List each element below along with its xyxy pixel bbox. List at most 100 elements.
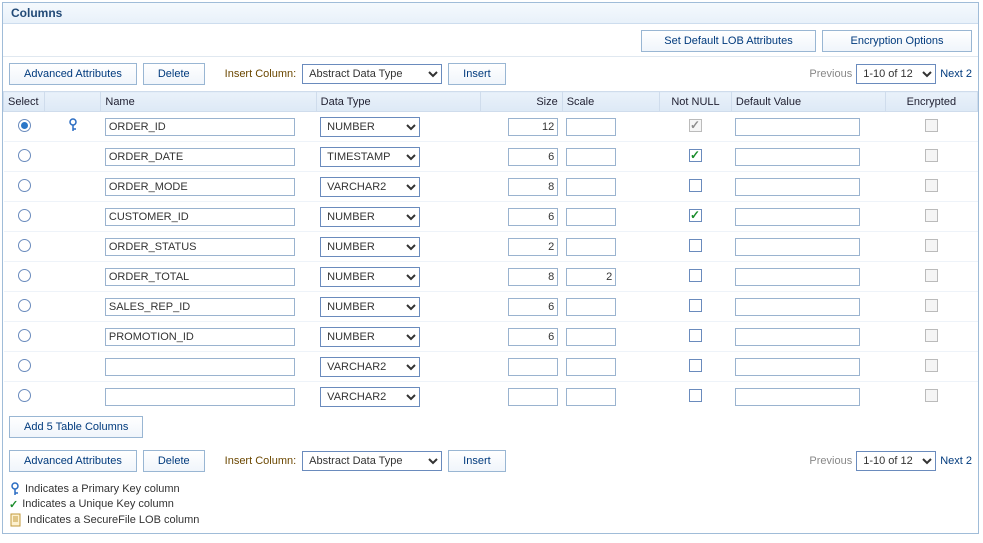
table-row: NUMBER: [4, 232, 978, 262]
notnull-checkbox[interactable]: [689, 299, 702, 312]
datatype-select[interactable]: NUMBER: [320, 237, 420, 257]
datatype-select[interactable]: NUMBER: [320, 327, 420, 347]
notnull-checkbox[interactable]: [689, 389, 702, 402]
row-select-radio[interactable]: [18, 149, 31, 162]
insert-column-type-select-bottom[interactable]: Abstract Data Type: [302, 451, 442, 471]
row-select-radio[interactable]: [18, 389, 31, 402]
default-value-input[interactable]: [735, 148, 860, 166]
notnull-checkbox[interactable]: [689, 359, 702, 372]
row-select-radio[interactable]: [18, 119, 31, 132]
toolbar-top: Advanced Attributes Delete Insert Column…: [3, 57, 978, 85]
size-input[interactable]: [508, 178, 558, 196]
scale-input[interactable]: [566, 298, 616, 316]
size-input[interactable]: [508, 358, 558, 376]
next-link-top[interactable]: Next 2: [940, 68, 972, 80]
column-name-input[interactable]: [105, 238, 295, 256]
scale-input[interactable]: [566, 268, 616, 286]
default-value-input[interactable]: [735, 238, 860, 256]
advanced-attributes-button-bottom[interactable]: Advanced Attributes: [9, 450, 137, 472]
pager-range-select-top[interactable]: 1-10 of 12: [856, 64, 936, 84]
scale-input[interactable]: [566, 178, 616, 196]
check-icon: ✓: [9, 498, 18, 511]
notnull-checkbox[interactable]: [689, 239, 702, 252]
datatype-select[interactable]: VARCHAR2: [320, 387, 420, 407]
datatype-select[interactable]: NUMBER: [320, 117, 420, 137]
row-select-radio[interactable]: [18, 359, 31, 372]
encrypted-checkbox: [925, 329, 938, 342]
notnull-checkbox[interactable]: [689, 179, 702, 192]
column-name-input[interactable]: [105, 298, 295, 316]
row-select-radio[interactable]: [18, 329, 31, 342]
datatype-select[interactable]: NUMBER: [320, 297, 420, 317]
size-input[interactable]: [508, 148, 558, 166]
advanced-attributes-button[interactable]: Advanced Attributes: [9, 63, 137, 85]
notnull-checkbox[interactable]: [689, 209, 702, 222]
delete-button[interactable]: Delete: [143, 63, 205, 85]
column-name-input[interactable]: [105, 208, 295, 226]
scale-input[interactable]: [566, 118, 616, 136]
default-value-input[interactable]: [735, 178, 860, 196]
legend-pk-text: Indicates a Primary Key column: [25, 483, 180, 495]
th-datatype: Data Type: [316, 92, 480, 112]
scale-input[interactable]: [566, 208, 616, 226]
scale-input[interactable]: [566, 328, 616, 346]
insert-column-label-bottom: Insert Column:: [225, 455, 297, 467]
size-input[interactable]: [508, 388, 558, 406]
default-value-input[interactable]: [735, 118, 860, 136]
notnull-checkbox[interactable]: [689, 329, 702, 342]
scale-input[interactable]: [566, 388, 616, 406]
datatype-select[interactable]: VARCHAR2: [320, 177, 420, 197]
default-value-input[interactable]: [735, 358, 860, 376]
column-name-input[interactable]: [105, 118, 295, 136]
notnull-checkbox[interactable]: [689, 269, 702, 282]
size-input[interactable]: [508, 298, 558, 316]
size-input[interactable]: [508, 208, 558, 226]
size-input[interactable]: [508, 118, 558, 136]
columns-table: Select Name Data Type Size Scale Not NUL…: [3, 91, 978, 412]
column-name-input[interactable]: [105, 358, 295, 376]
column-name-input[interactable]: [105, 268, 295, 286]
default-value-input[interactable]: [735, 388, 860, 406]
column-name-input[interactable]: [105, 388, 295, 406]
size-input[interactable]: [508, 328, 558, 346]
size-input[interactable]: [508, 238, 558, 256]
column-name-input[interactable]: [105, 328, 295, 346]
row-select-radio[interactable]: [18, 269, 31, 282]
scale-input[interactable]: [566, 238, 616, 256]
th-size: Size: [480, 92, 562, 112]
datatype-select[interactable]: NUMBER: [320, 207, 420, 227]
encryption-options-button[interactable]: Encryption Options: [822, 30, 972, 52]
encrypted-checkbox: [925, 149, 938, 162]
set-default-lob-button[interactable]: Set Default LOB Attributes: [641, 30, 816, 52]
pager-range-select-bottom[interactable]: 1-10 of 12: [856, 451, 936, 471]
row-select-radio[interactable]: [18, 299, 31, 312]
default-value-input[interactable]: [735, 328, 860, 346]
previous-link-top[interactable]: Previous: [809, 68, 852, 80]
default-value-input[interactable]: [735, 298, 860, 316]
column-name-input[interactable]: [105, 148, 295, 166]
datatype-select[interactable]: NUMBER: [320, 267, 420, 287]
insert-button[interactable]: Insert: [448, 63, 506, 85]
row-select-radio[interactable]: [18, 179, 31, 192]
row-select-radio[interactable]: [18, 239, 31, 252]
row-select-radio[interactable]: [18, 209, 31, 222]
default-value-input[interactable]: [735, 268, 860, 286]
delete-button-bottom[interactable]: Delete: [143, 450, 205, 472]
scale-input[interactable]: [566, 358, 616, 376]
datatype-select[interactable]: VARCHAR2: [320, 357, 420, 377]
encrypted-checkbox: [925, 269, 938, 282]
default-value-input[interactable]: [735, 208, 860, 226]
previous-link-bottom[interactable]: Previous: [809, 455, 852, 467]
key-icon: [9, 482, 21, 496]
column-name-input[interactable]: [105, 178, 295, 196]
notnull-checkbox[interactable]: [689, 149, 702, 162]
insert-column-label: Insert Column:: [225, 68, 297, 80]
datatype-select[interactable]: TIMESTAMP: [320, 147, 420, 167]
scale-input[interactable]: [566, 148, 616, 166]
document-icon: [9, 513, 23, 527]
insert-button-bottom[interactable]: Insert: [448, 450, 506, 472]
insert-column-type-select[interactable]: Abstract Data Type: [302, 64, 442, 84]
next-link-bottom[interactable]: Next 2: [940, 455, 972, 467]
add-5-columns-button[interactable]: Add 5 Table Columns: [9, 416, 143, 438]
size-input[interactable]: [508, 268, 558, 286]
